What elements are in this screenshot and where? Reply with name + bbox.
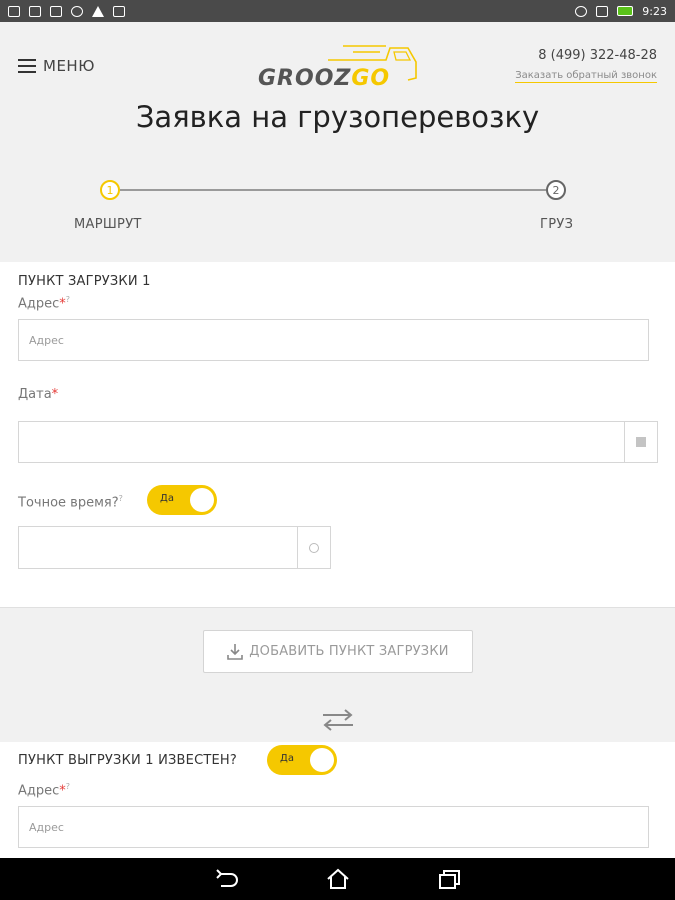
clock-time: 9:23 bbox=[642, 4, 667, 18]
step-progress: 1 2 МАРШРУТ ГРУЗ bbox=[0, 172, 675, 242]
step-2-indicator[interactable]: 2 bbox=[546, 180, 566, 200]
step-1-indicator[interactable]: 1 bbox=[100, 180, 120, 200]
toggle-knob bbox=[310, 748, 334, 772]
unloading-address-input[interactable]: Адрес bbox=[18, 806, 649, 848]
contact-block: 8 (499) 322-48-28 Заказать обратный звон… bbox=[515, 48, 657, 83]
menu-button[interactable]: МЕНЮ bbox=[18, 57, 95, 75]
address-input[interactable]: Адрес bbox=[18, 319, 649, 361]
notification-icon bbox=[8, 5, 20, 17]
help-icon: ? bbox=[118, 494, 123, 503]
storage-icon bbox=[113, 5, 125, 17]
unloading-known-toggle[interactable]: Да bbox=[267, 745, 337, 775]
callback-link[interactable]: Заказать обратный звонок bbox=[515, 70, 657, 83]
time-input[interactable] bbox=[18, 526, 298, 569]
help-icon: ? bbox=[65, 782, 71, 791]
help-icon: ? bbox=[65, 295, 71, 304]
status-bar: 9:23 bbox=[0, 0, 675, 22]
unloading-address-label: Адрес*? bbox=[18, 782, 71, 799]
unloading-point-title: ПУНКТ ВЫГРУЗКИ 1 ИЗВЕСТЕН? bbox=[18, 753, 237, 768]
loading-point-title: ПУНКТ ЗАГРУЗКИ 1 bbox=[18, 274, 151, 289]
phone-number[interactable]: 8 (499) 322-48-28 bbox=[515, 48, 657, 63]
image-icon bbox=[50, 5, 62, 17]
download-icon bbox=[227, 643, 244, 660]
calendar-button[interactable] bbox=[624, 421, 658, 463]
add-loading-point-button[interactable]: ДОБАВИТЬ ПУНКТ ЗАГРУЗКИ bbox=[203, 630, 473, 673]
navigation-bar bbox=[0, 858, 675, 900]
home-icon[interactable] bbox=[325, 867, 351, 891]
calendar-icon bbox=[636, 437, 646, 447]
hamburger-icon bbox=[18, 59, 36, 73]
sync-icon bbox=[71, 5, 83, 17]
sim-icon bbox=[596, 5, 609, 17]
app-notification-icon bbox=[29, 5, 41, 17]
date-label: Дата* bbox=[18, 387, 59, 402]
page-title: Заявка на грузоперевозку bbox=[135, 100, 540, 134]
warning-icon bbox=[92, 5, 104, 17]
battery-icon bbox=[617, 6, 634, 16]
logo-text: GROOZGO bbox=[258, 66, 391, 91]
date-input[interactable] bbox=[18, 421, 625, 463]
exact-time-label: Точное время?? bbox=[18, 494, 123, 511]
step-1-label: МАРШРУТ bbox=[74, 217, 142, 232]
status-icons-left bbox=[8, 5, 125, 17]
toggle-knob bbox=[190, 488, 214, 512]
toggle-label: Да bbox=[160, 493, 174, 504]
unloading-point-section: ПУНКТ ВЫГРУЗКИ 1 ИЗВЕСТЕН? Да Адрес*? Ад… bbox=[0, 742, 675, 858]
header: МЕНЮ GROOZGO 8 (499) 322-48-28 Заказать … bbox=[0, 22, 675, 262]
wifi-icon bbox=[575, 5, 588, 17]
step-line bbox=[120, 189, 546, 191]
loading-point-section: ПУНКТ ЗАГРУЗКИ 1 Адрес*? Адрес Дата* Точ… bbox=[0, 262, 675, 607]
clock-icon bbox=[309, 542, 319, 553]
status-icons-right: 9:23 bbox=[575, 5, 667, 18]
back-icon[interactable] bbox=[213, 867, 239, 891]
recent-apps-icon[interactable] bbox=[437, 867, 463, 891]
address-label: Адрес*? bbox=[18, 295, 71, 312]
logo[interactable]: GROOZGO bbox=[258, 40, 418, 92]
time-picker-button[interactable] bbox=[297, 526, 331, 569]
add-loading-point-label: ДОБАВИТЬ ПУНКТ ЗАГРУЗКИ bbox=[249, 644, 449, 659]
menu-label: МЕНЮ bbox=[43, 57, 95, 75]
step-2-label: ГРУЗ bbox=[540, 217, 574, 232]
add-point-area: ДОБАВИТЬ ПУНКТ ЗАГРУЗКИ bbox=[0, 607, 675, 742]
swap-icon[interactable] bbox=[321, 707, 355, 733]
toggle-label: Да bbox=[280, 753, 294, 764]
exact-time-toggle[interactable]: Да bbox=[147, 485, 217, 515]
